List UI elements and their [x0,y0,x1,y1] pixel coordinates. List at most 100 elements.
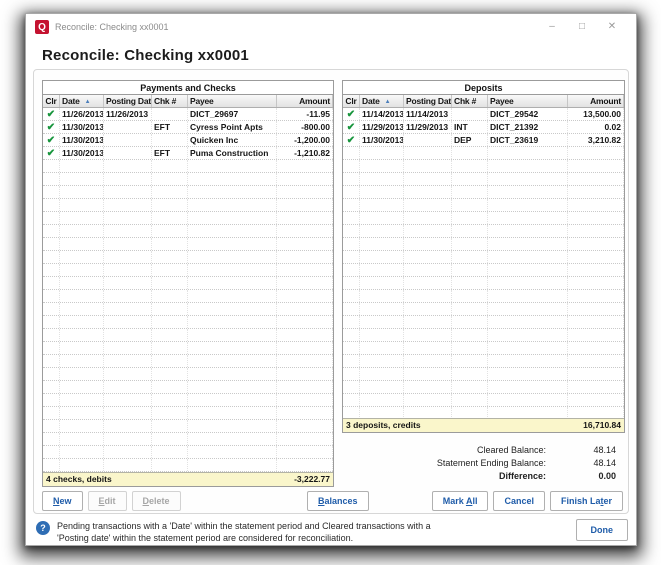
help-text: Pending transactions with a 'Date' withi… [57,519,576,544]
balances-button[interactable]: Balances [307,491,369,511]
column-header-posting_date[interactable]: Posting Date [104,95,152,107]
delete-button[interactable]: Delete [132,491,181,511]
empty-cell [452,251,488,263]
empty-cell [188,329,277,341]
empty-cell [277,420,333,432]
empty-cell [277,394,333,406]
empty-cell [60,355,104,367]
empty-cell [568,316,624,328]
table-row[interactable]: ✔11/30/2013EFTCyress Point Apts-800.00 [43,121,333,134]
column-header-amount[interactable]: Amount [277,95,333,107]
column-header-clr[interactable]: Clr [43,95,60,107]
empty-cell [188,290,277,302]
new-button[interactable]: New [42,491,83,511]
column-header-date[interactable]: Date▲ [360,95,404,107]
empty-cell [60,433,104,445]
empty-row [343,277,624,290]
balance-summary: Cleared Balance: 48.14 Statement Ending … [437,444,616,483]
empty-cell [43,342,60,354]
empty-cell [488,264,568,276]
empty-cell [60,290,104,302]
close-icon[interactable]: ✕ [597,17,627,37]
empty-cell [104,290,152,302]
empty-row [343,290,624,303]
table-row[interactable]: ✔11/26/201311/26/2013DICT_29697-11.95 [43,108,333,121]
table-body: ✔11/14/201311/14/2013DICT_2954213,500.00… [343,108,624,418]
empty-cell [152,225,188,237]
cell-posting_date [104,121,152,133]
empty-cell [277,290,333,302]
cell-date: 11/29/2013 [360,121,404,133]
column-header-chk[interactable]: Chk # [152,95,188,107]
empty-cell [488,355,568,367]
empty-row [43,355,333,368]
statement-ending-balance-row: Statement Ending Balance: 48.14 [437,457,616,470]
finish-later-button[interactable]: Finish Later [550,491,623,511]
edit-button[interactable]: Edit [88,491,127,511]
cell-chk: INT [452,121,488,133]
page-title: Reconcile: Checking xx0001 [26,40,636,66]
empty-row [343,225,624,238]
mark-all-button[interactable]: Mark All [432,491,489,511]
empty-cell [343,277,360,289]
empty-cell [188,316,277,328]
cell-payee: DICT_29697 [188,108,277,120]
empty-cell [452,225,488,237]
column-header-posting_date[interactable]: Posting Date [404,95,452,107]
empty-cell [404,329,452,341]
empty-cell [43,433,60,445]
cell-posting_date: 11/14/2013 [404,108,452,120]
cell-payee: DICT_29542 [488,108,568,120]
table-row[interactable]: ✔11/14/201311/14/2013DICT_2954213,500.00 [343,108,624,121]
empty-cell [360,251,404,263]
empty-cell [404,355,452,367]
empty-cell [343,160,360,172]
cancel-button[interactable]: Cancel [493,491,545,511]
cell-chk: EFT [152,121,188,133]
deposits-footer: 3 deposits, credits 16,710.84 [343,418,624,432]
empty-cell [60,238,104,250]
column-header-date[interactable]: Date▲ [60,95,104,107]
empty-cell [43,355,60,367]
table-row[interactable]: ✔11/30/2013EFTPuma Construction-1,210.82 [43,147,333,160]
empty-cell [188,238,277,250]
table-row[interactable]: ✔11/30/2013Quicken Inc-1,200.00 [43,134,333,147]
empty-cell [488,303,568,315]
empty-cell [277,238,333,250]
empty-cell [152,407,188,419]
empty-row [343,355,624,368]
help-bar: ? Pending transactions with a 'Date' wit… [36,519,628,544]
cell-chk [152,108,188,120]
column-header-payee[interactable]: Payee [488,95,568,107]
table-row[interactable]: ✔11/29/201311/29/2013INTDICT_213920.02 [343,121,624,134]
empty-row [43,212,333,225]
empty-cell [60,342,104,354]
empty-cell [488,368,568,380]
empty-cell [343,368,360,380]
empty-row [43,173,333,186]
minimize-icon[interactable]: – [537,17,567,37]
empty-cell [152,199,188,211]
empty-cell [188,420,277,432]
empty-cell [360,290,404,302]
empty-cell [60,199,104,211]
column-header-amount[interactable]: Amount [568,95,624,107]
column-header-chk[interactable]: Chk # [452,95,488,107]
empty-cell [277,433,333,445]
empty-cell [60,225,104,237]
column-header-payee[interactable]: Payee [188,95,277,107]
column-header-clr[interactable]: Clr [343,95,360,107]
empty-cell [360,368,404,380]
empty-cell [277,251,333,263]
empty-row [43,459,333,472]
done-button[interactable]: Done [576,519,629,541]
cell-chk: EFT [152,147,188,159]
table-row[interactable]: ✔11/30/2013DEPDICT_236193,210.82 [343,134,624,147]
empty-cell [152,433,188,445]
empty-cell [43,173,60,185]
empty-cell [404,199,452,211]
maximize-icon[interactable]: □ [567,17,597,37]
empty-cell [43,381,60,393]
empty-cell [360,355,404,367]
cell-posting_date [104,134,152,146]
